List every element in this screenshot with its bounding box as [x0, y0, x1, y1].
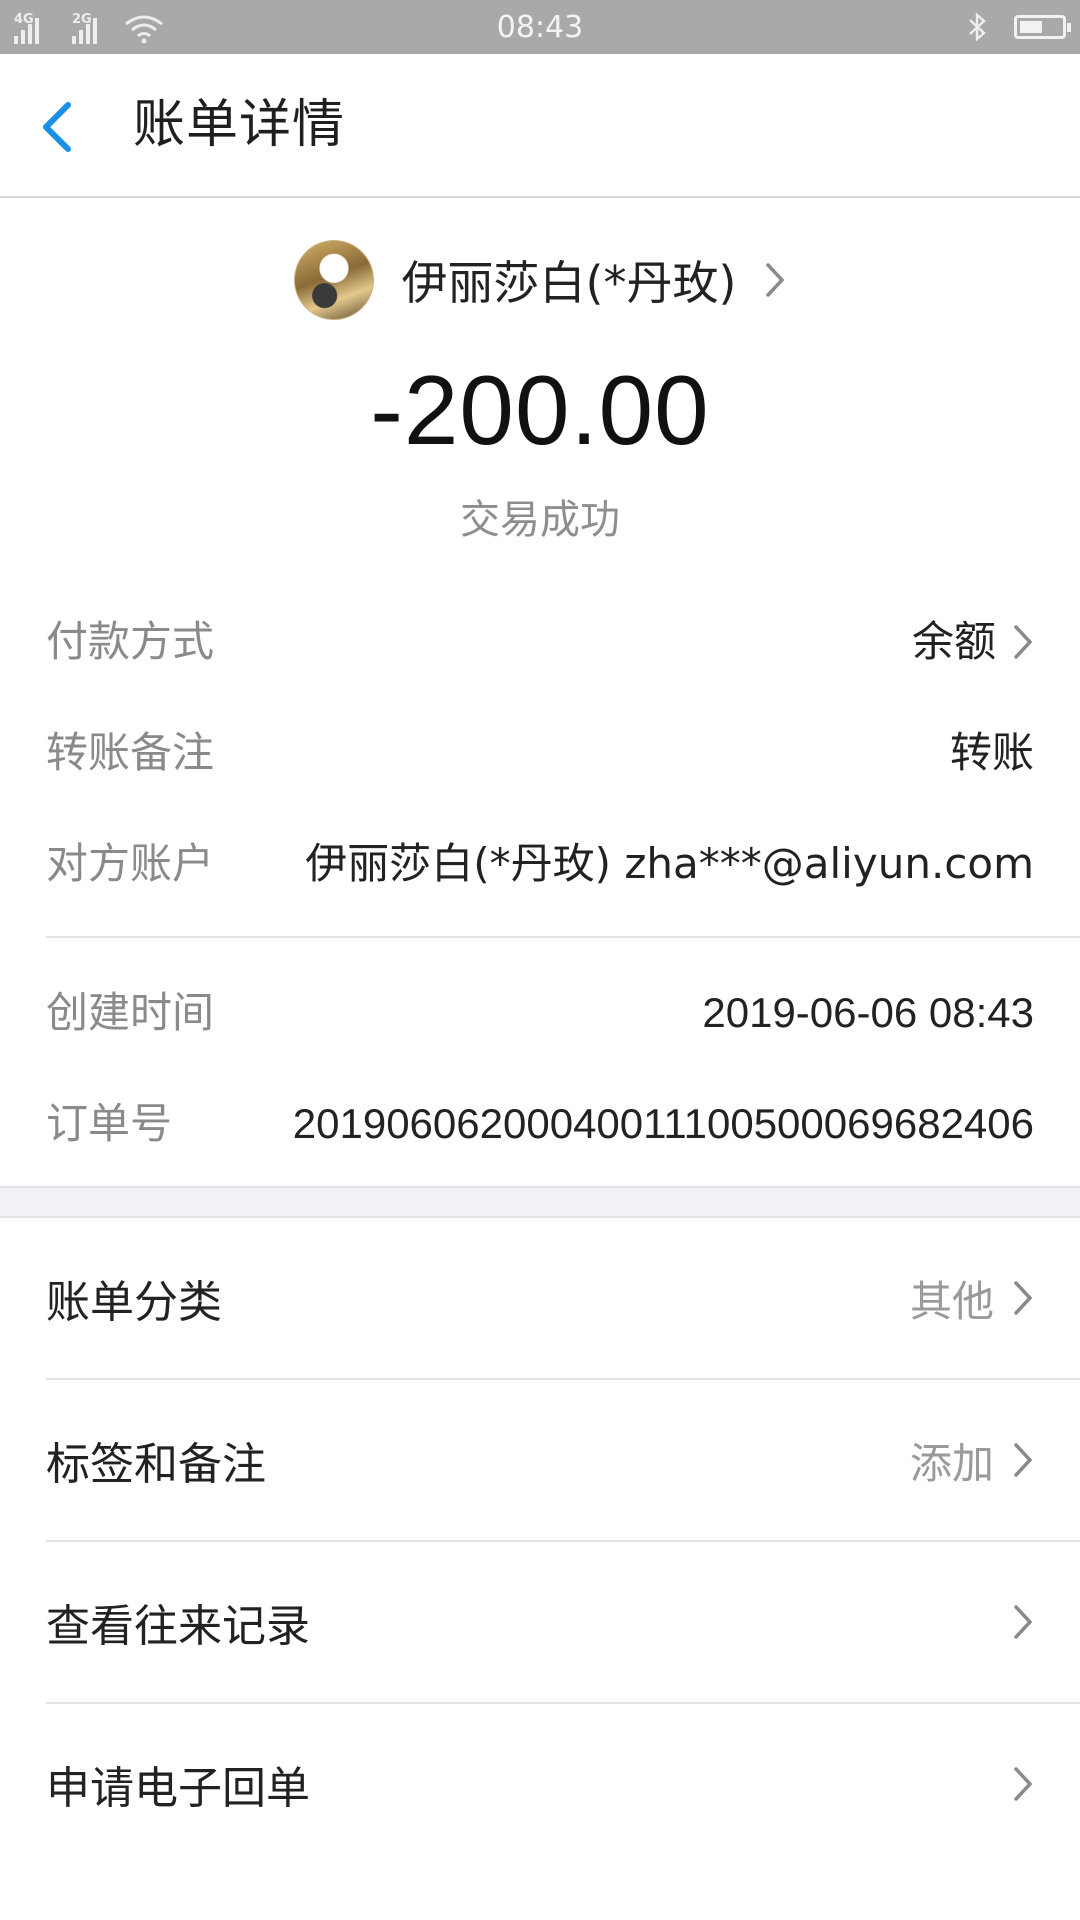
created-time-row: 创建时间 2019-06-06 08:43: [46, 980, 1034, 1045]
counterparty-account-row: 对方账户 伊丽莎白(*丹玫) zha***@aliyun.com: [46, 836, 1034, 936]
status-bar: 4G 2G 08:43: [0, 0, 1080, 54]
counterparty-account-label: 对方账户: [46, 839, 215, 888]
chevron-right-icon: [1014, 1605, 1033, 1639]
transaction-status: 交易成功: [460, 497, 620, 543]
chevron-right-icon: [1014, 1767, 1033, 1801]
transfer-note-row: 转账备注 转账: [46, 725, 1034, 836]
bluetooth-icon: [969, 12, 986, 42]
payment-method-label: 付款方式: [46, 617, 215, 666]
order-number-row: 订单号 20190606200040011100500069682406: [46, 1091, 1034, 1156]
transaction-amount: -200.00: [370, 355, 710, 465]
chevron-right-icon: [1014, 625, 1033, 659]
chevron-right-icon: [1014, 1281, 1033, 1315]
tags-notes-value: 添加: [909, 1438, 994, 1488]
transaction-history-label: 查看往来记录: [46, 1601, 310, 1652]
payment-method-row[interactable]: 付款方式 余额: [46, 614, 1034, 725]
electronic-receipt-item[interactable]: 申请电子回单: [46, 1704, 1080, 1864]
bill-category-label: 账单分类: [46, 1277, 222, 1328]
created-time-value: 2019-06-06 08:43: [702, 989, 1034, 1036]
back-arrow-icon: [43, 102, 71, 152]
payee-link[interactable]: 伊丽莎白(*丹玫): [0, 240, 1080, 320]
counterparty-account-value: 伊丽莎白(*丹玫) zha***@aliyun.com: [305, 839, 1034, 888]
payee-name: 伊丽莎白(*丹玫): [401, 256, 737, 310]
order-number-value: 20190606200040011100500069682406: [292, 1100, 1034, 1147]
order-details: 创建时间 2019-06-06 08:43 订单号 20190606200040…: [0, 938, 1080, 1186]
section-gap: [0, 1186, 1080, 1218]
status-right: [964, 10, 1071, 44]
transaction-summary: 伊丽莎白(*丹玫) -200.00 交易成功: [0, 198, 1080, 558]
tags-notes-item[interactable]: 标签和备注 添加: [46, 1380, 1080, 1542]
tags-notes-label: 标签和备注: [46, 1439, 266, 1490]
payment-details: 付款方式 余额 转账备注 转账 对方账户 伊丽莎白(*丹玫) zha***@al…: [0, 558, 1080, 936]
created-time-label: 创建时间: [46, 988, 215, 1037]
chevron-right-icon: [1014, 1443, 1033, 1477]
payment-method-value: 余额: [911, 617, 996, 666]
clock: 08:43: [496, 10, 584, 45]
battery-icon: [1014, 15, 1071, 39]
chevron-right-icon: [766, 263, 785, 297]
order-number-label: 订单号: [46, 1099, 173, 1148]
transfer-note-label: 转账备注: [46, 728, 215, 777]
bill-category-value: 其他: [909, 1276, 994, 1326]
payee-avatar: [293, 240, 374, 320]
nav-bar: 账单详情: [0, 54, 1080, 198]
back-button[interactable]: [40, 92, 100, 162]
electronic-receipt-label: 申请电子回单: [46, 1763, 310, 1814]
transaction-history-item[interactable]: 查看往来记录: [46, 1542, 1080, 1704]
page-title: 账单详情: [133, 95, 346, 155]
transfer-note-value: 转账: [949, 728, 1034, 777]
bill-category-item[interactable]: 账单分类 其他: [46, 1218, 1080, 1380]
